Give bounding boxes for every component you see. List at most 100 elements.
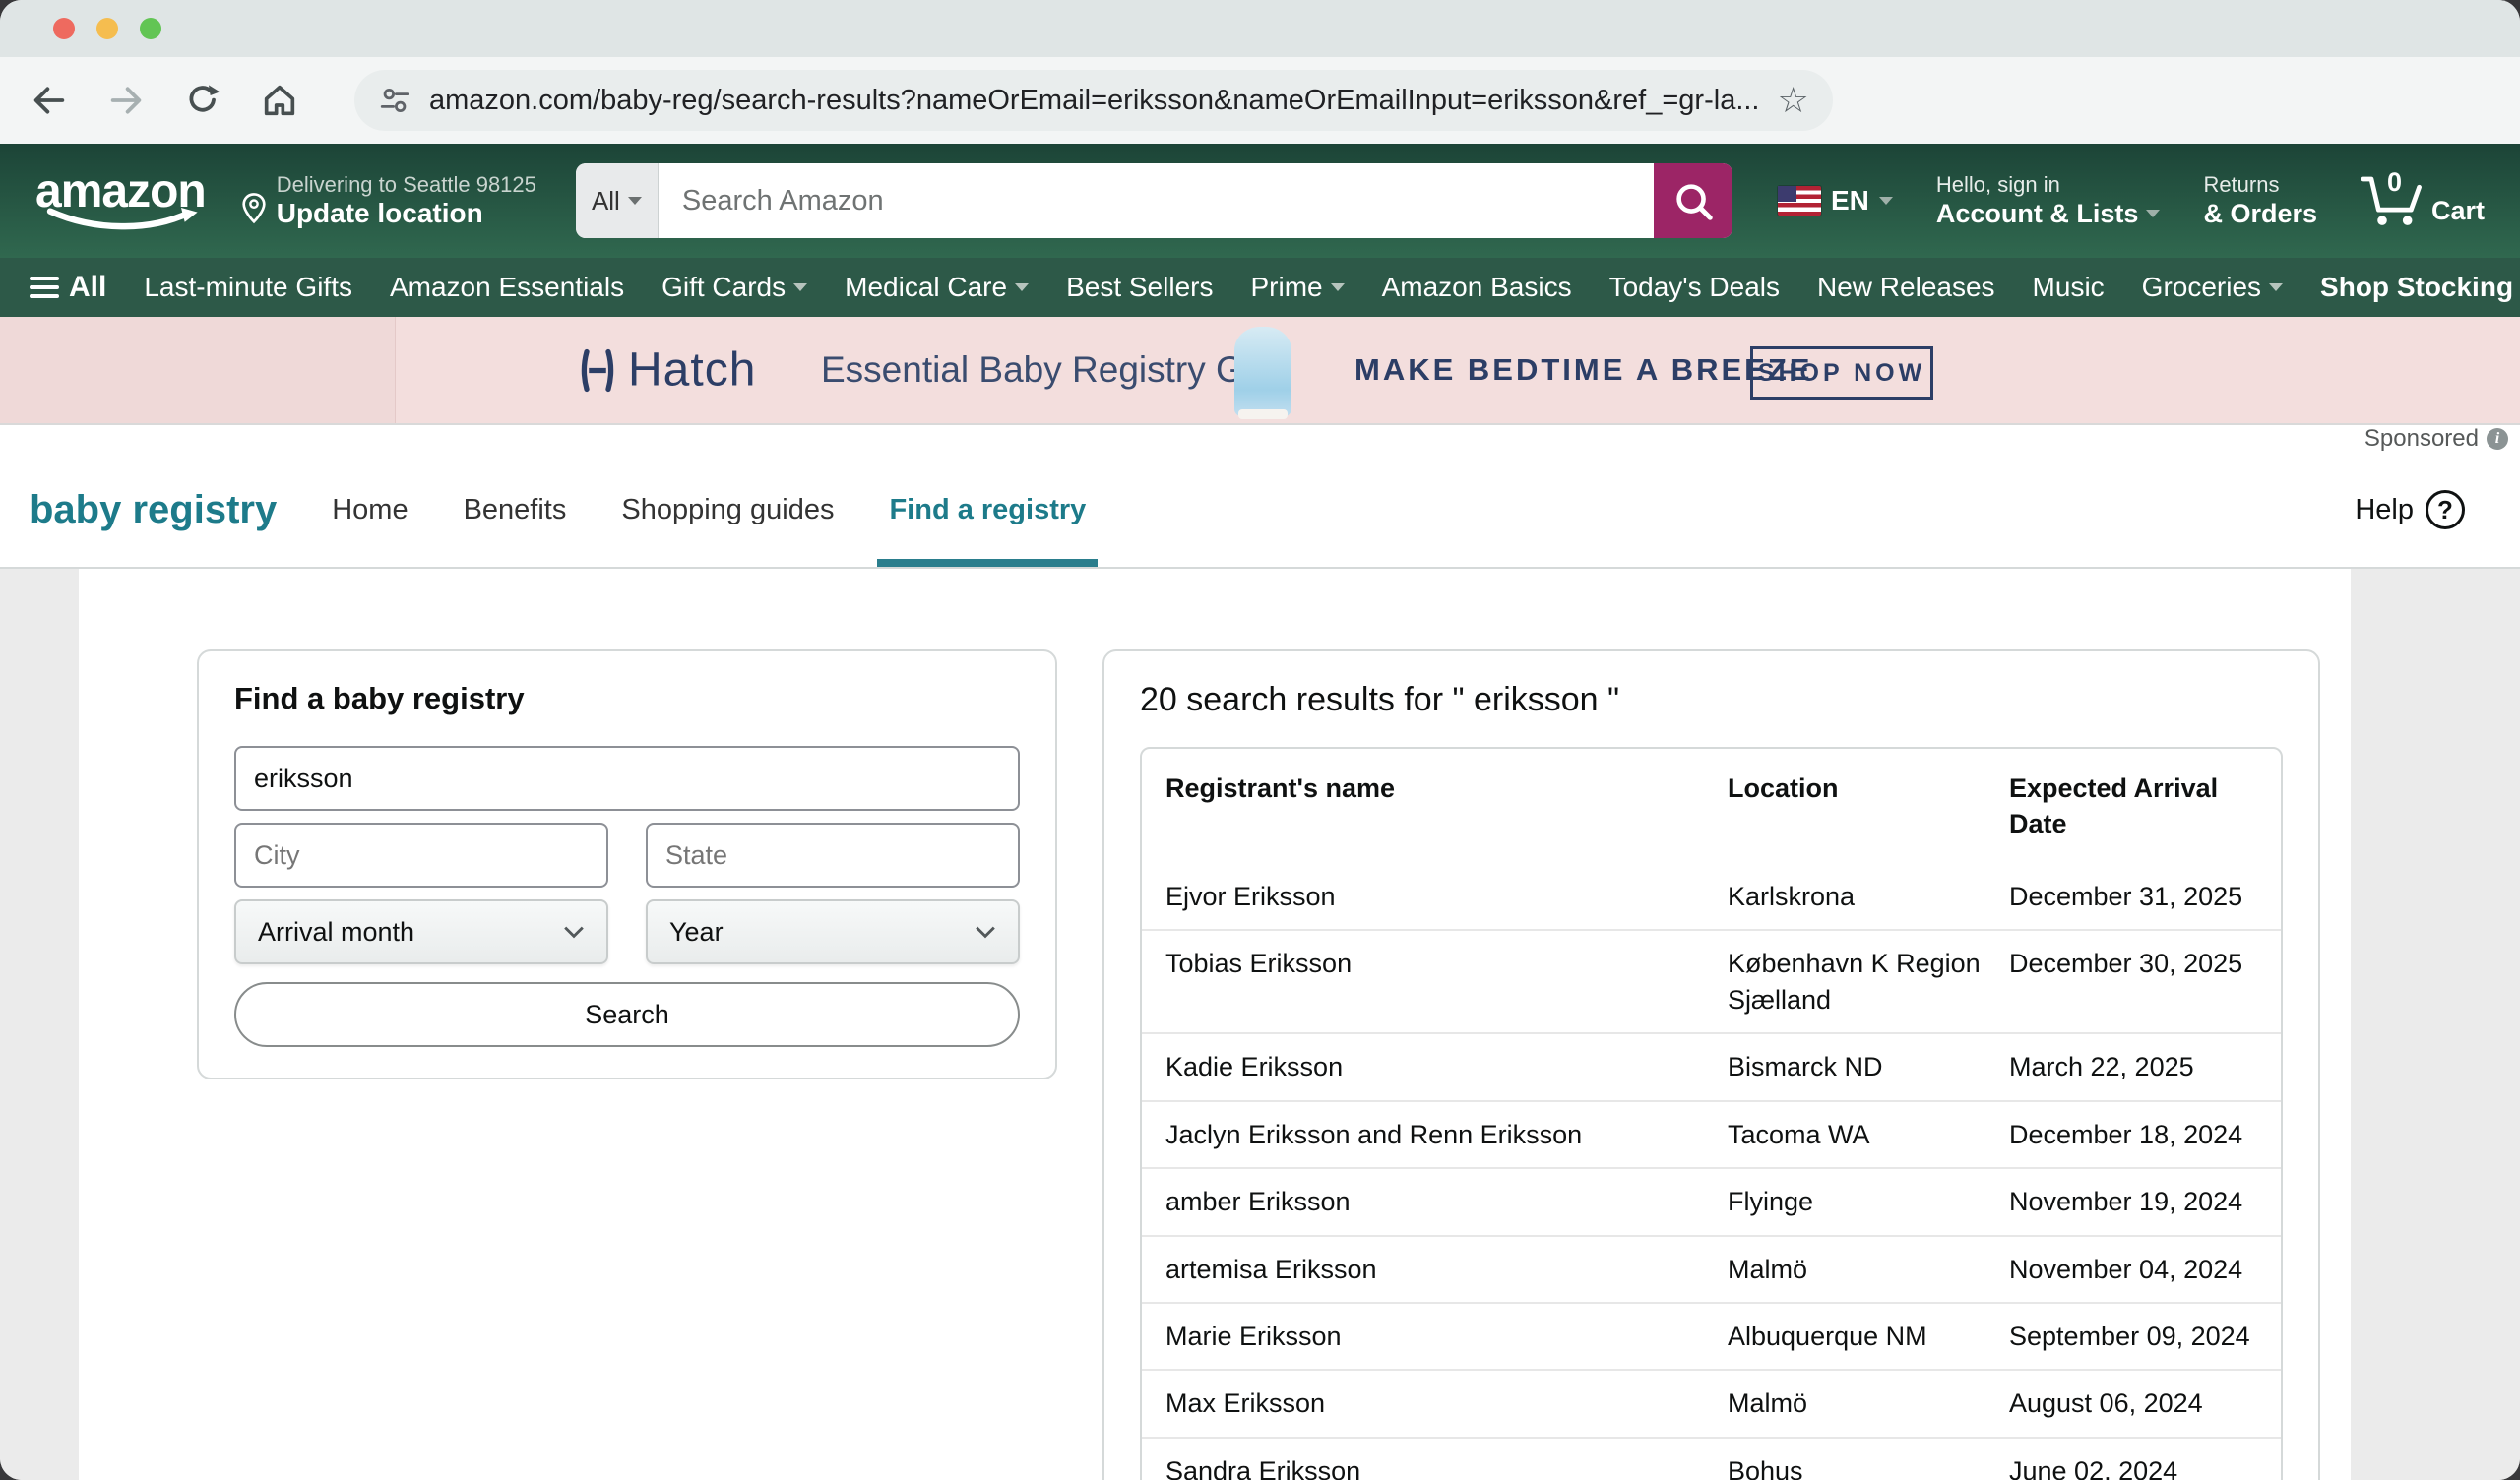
window-titlebar <box>0 0 2520 57</box>
table-row: Jaclyn Eriksson and Renn Eriksson Tacoma… <box>1142 1100 2281 1167</box>
banner-tagline: Essential Baby Registry Gift <box>821 349 1273 391</box>
sponsored-label-row: Sponsored i <box>0 425 2520 453</box>
city-input[interactable] <box>234 823 608 888</box>
expected-arrival-date: November 04, 2024 <box>2009 1237 2281 1302</box>
help-link[interactable]: Help ? <box>2355 490 2465 529</box>
registrant-name-link[interactable]: Jaclyn Eriksson and Renn Eriksson <box>1142 1102 1728 1167</box>
reload-button[interactable] <box>181 79 224 122</box>
close-window-button[interactable] <box>53 18 75 39</box>
table-row: artemisa Eriksson Malmö November 04, 202… <box>1142 1235 2281 1302</box>
nav-item-shop-stocking-stuffers[interactable]: Shop Stocking Stuffers <box>2320 272 2520 303</box>
registrant-location: Bohus <box>1728 1439 2009 1480</box>
baby-registry-brand[interactable]: baby registry <box>30 488 277 532</box>
browser-toolbar: amazon.com/baby-reg/search-results?nameO… <box>0 57 2520 144</box>
home-button[interactable] <box>258 79 301 122</box>
nav-item[interactable]: Prime <box>1250 272 1344 303</box>
expected-arrival-date: December 31, 2025 <box>2009 864 2281 929</box>
us-flag-icon <box>1778 186 1821 216</box>
column-header-name: Registrant's name <box>1142 749 1728 828</box>
amazon-search-bar: All <box>576 163 1732 238</box>
subnav-tab[interactable]: Find a registry <box>881 453 1094 567</box>
home-icon <box>260 81 299 120</box>
account-menu[interactable]: Hello, sign in Account & Lists <box>1936 172 2161 230</box>
sponsored-label: Sponsored <box>2364 425 2479 453</box>
expected-arrival-date: December 18, 2024 <box>2009 1102 2281 1167</box>
url-text: amazon.com/baby-reg/search-results?nameO… <box>429 85 1760 117</box>
nav-item[interactable]: Gift Cards <box>662 272 807 303</box>
arrival-month-select[interactable]: Arrival month <box>234 899 608 964</box>
nav-item[interactable]: Music <box>2033 272 2105 303</box>
nav-item[interactable]: Amazon Basics <box>1382 272 1572 303</box>
registrant-name-link[interactable]: Ejvor Eriksson <box>1142 864 1728 929</box>
expected-arrival-date: August 06, 2024 <box>2009 1371 2281 1436</box>
hatch-product-image <box>1234 327 1292 417</box>
expected-arrival-date: December 30, 2025 <box>2009 931 2281 996</box>
registrant-location: Flyinge <box>1728 1169 2009 1234</box>
nav-item[interactable]: Last-minute Gifts <box>144 272 352 303</box>
returns-orders-link[interactable]: Returns & Orders <box>2203 172 2317 230</box>
registrant-name-link[interactable]: Marie Eriksson <box>1142 1304 1728 1369</box>
shop-now-button[interactable]: SHOP NOW <box>1750 346 1933 400</box>
subnav-tab[interactable]: Benefits <box>456 453 575 567</box>
back-button[interactable] <box>28 79 71 122</box>
nav-item[interactable]: Today's Deals <box>1609 272 1780 303</box>
amazon-smile-icon <box>43 208 201 231</box>
arrival-year-select[interactable]: Year <box>646 899 1020 964</box>
registrant-name-link[interactable]: Max Eriksson <box>1142 1371 1728 1436</box>
minimize-window-button[interactable] <box>96 18 118 39</box>
nav-item[interactable]: New Releases <box>1817 272 1995 303</box>
chevron-down-icon <box>975 925 996 939</box>
form-search-button[interactable]: Search <box>234 982 1020 1047</box>
cart-count-badge: 0 <box>2387 167 2402 198</box>
state-input[interactable] <box>646 823 1020 888</box>
registrant-name-input[interactable] <box>234 746 1020 811</box>
chevron-down-icon <box>2146 210 2160 217</box>
registrant-name-link[interactable]: Tobias Eriksson <box>1142 931 1728 996</box>
banner-left-segment <box>0 317 396 423</box>
registrant-name-link[interactable]: Sandra Eriksson <box>1142 1439 1728 1480</box>
nav-item[interactable]: Best Sellers <box>1066 272 1213 303</box>
magnifier-icon <box>1670 178 1716 223</box>
registrant-location: Malmö <box>1728 1371 2009 1436</box>
table-row: Sandra Eriksson Bohus June 02, 2024 <box>1142 1437 2281 1480</box>
registrant-name-link[interactable]: amber Eriksson <box>1142 1169 1728 1234</box>
browser-window: amazon.com/baby-reg/search-results?nameO… <box>0 0 2520 1480</box>
nav-item[interactable]: Medical Care <box>845 272 1029 303</box>
bookmark-star-icon[interactable]: ☆ <box>1778 83 1809 118</box>
table-row: Kadie Eriksson Bismarck ND March 22, 202… <box>1142 1032 2281 1099</box>
expected-arrival-date: March 22, 2025 <box>2009 1034 2281 1099</box>
expected-arrival-date: September 09, 2024 <box>2009 1304 2281 1369</box>
registrant-name-link[interactable]: Kadie Eriksson <box>1142 1034 1728 1099</box>
registrant-name-link[interactable]: artemisa Eriksson <box>1142 1237 1728 1302</box>
find-registry-form-card: Find a baby registry Arrival month Year <box>197 649 1057 1079</box>
search-input[interactable] <box>659 163 1654 238</box>
delivery-line2: Update location <box>277 198 536 229</box>
form-title: Find a baby registry <box>234 681 1020 716</box>
nav-item[interactable]: Groceries <box>2142 272 2283 303</box>
page-background: Find a baby registry Arrival month Year <box>0 569 2520 1480</box>
all-menu-button[interactable]: All <box>30 271 106 304</box>
column-header-date: Expected Arrival Date <box>2009 749 2281 864</box>
subnav-tab[interactable]: Home <box>324 453 415 567</box>
expected-arrival-date: November 19, 2024 <box>2009 1169 2281 1234</box>
table-row: Ejvor Eriksson Karlskrona December 31, 2… <box>1142 864 2281 929</box>
zoom-window-button[interactable] <box>140 18 161 39</box>
search-submit-button[interactable] <box>1654 163 1732 238</box>
info-icon[interactable]: i <box>2487 428 2508 450</box>
column-header-location: Location <box>1728 749 2009 828</box>
subnav-tab[interactable]: Shopping guides <box>613 453 842 567</box>
chevron-down-icon <box>1015 283 1029 291</box>
chevron-down-icon <box>1331 283 1345 291</box>
delivery-location[interactable]: Delivering to Seattle 98125 Update locat… <box>239 172 536 229</box>
amazon-logo[interactable]: amazon <box>35 170 206 230</box>
table-row: Marie Eriksson Albuquerque NM September … <box>1142 1302 2281 1369</box>
nav-item[interactable]: Amazon Essentials <box>390 272 624 303</box>
address-bar[interactable]: amazon.com/baby-reg/search-results?nameO… <box>354 70 1833 131</box>
search-scope-dropdown[interactable]: All <box>576 163 659 238</box>
cart-button[interactable]: 0 Cart <box>2361 173 2485 228</box>
chevron-down-icon <box>1879 197 1893 205</box>
language-selector[interactable]: EN <box>1778 185 1893 216</box>
chevron-down-icon <box>2269 283 2283 291</box>
sponsored-banner[interactable]: Hatch Essential Baby Registry Gift MAKE … <box>0 317 2520 425</box>
forward-button[interactable] <box>104 79 148 122</box>
